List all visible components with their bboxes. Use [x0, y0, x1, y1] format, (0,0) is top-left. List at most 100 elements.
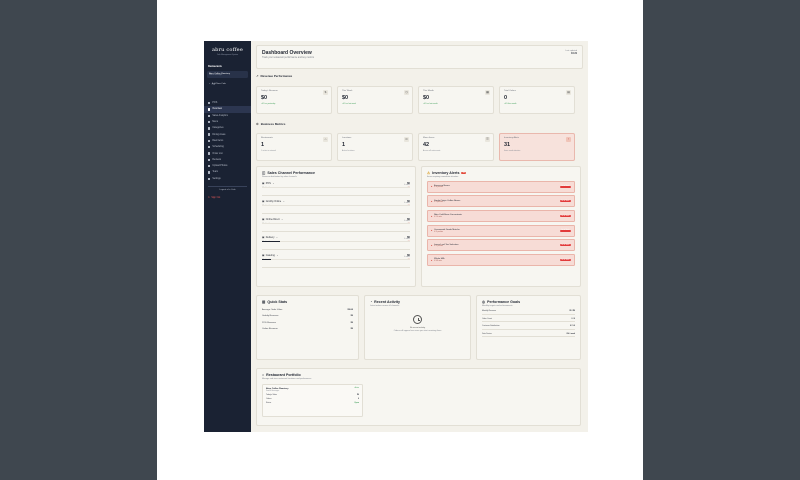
register-icon: [208, 101, 211, 105]
sales-channel-title: Sales Channel Performance: [267, 171, 315, 175]
stock-status-badge: Out of Stock: [559, 244, 571, 247]
restaurant-selector[interactable]: Abru Coffee Roastery Food & Beverages: [207, 71, 248, 78]
inventory-alert-item[interactable]: ● Ceremonial Grade Matcha 0 / 3 packets Out…: [427, 224, 575, 237]
inventory-alert-item[interactable]: ● Whole Milk 0 / 48 units Out of Stock: [427, 254, 575, 267]
add-restaurant-button[interactable]: + Add New Cafe Cafe: [207, 81, 248, 88]
inventory-alerts-subtitle: Items requiring immediate attention: [427, 176, 459, 178]
chart-icon: [208, 114, 211, 117]
recent-activity-panel: ◔ Recent Activity Latest orders across a…: [364, 295, 471, 360]
restaurant-type: Food & Beverages: [209, 75, 223, 76]
metric-todays-revenue[interactable]: Today's Revenue $0 +0% vs yesterday $: [256, 86, 332, 114]
sidebar-item-settings[interactable]: Settings: [204, 176, 251, 182]
channel-share-bar: [262, 204, 410, 206]
channel-change: 0%: [407, 188, 410, 190]
chevron-down-icon[interactable]: ⌄: [272, 182, 274, 185]
sign-out-label: Sign Out: [211, 196, 221, 199]
inventory-alert-item[interactable]: ● Espresso Beans 0 / 5 packets Out of Stock: [427, 180, 575, 193]
inventory-alert-item[interactable]: ● Single Origin Coffee Beans 0 / 5 packets…: [427, 195, 575, 208]
last-updated-time: 10:21: [571, 53, 577, 55]
warning-icon: ⚠: [427, 171, 431, 175]
channel-row[interactable]: ▣ Delivery ⌄ $0 0 orders 0% of total 0%: [262, 236, 410, 250]
sign-out-button[interactable]: ⏻ Sign Out: [208, 197, 247, 199]
inventory-alert-item[interactable]: ● Nitro Cold Brew Concentrate 0 / 10 units…: [427, 210, 575, 223]
brand-logo[interactable]: abru coffee: [207, 47, 248, 53]
metric-inventory-alerts[interactable]: Inventory Alerts 31 Items need attention…: [499, 133, 575, 161]
channel-icon: ▣: [262, 200, 265, 203]
performance-goals-panel: ◎ Performance Goals Monthly targets and …: [476, 295, 581, 360]
channel-row[interactable]: ▣ Catering ⌄ $0 0 orders 0% of total 0%: [262, 254, 410, 268]
recent-activity-title: Recent Activity: [374, 300, 401, 304]
metric-value: 1: [342, 142, 346, 148]
restaurant-card-type: Food & Beverages: [266, 390, 280, 392]
inventory-item-qty: 0 / 5 packets: [433, 187, 443, 189]
revenue-cards: Today's Revenue $0 +0% vs yesterday $ Th…: [256, 86, 575, 114]
chevron-down-icon[interactable]: ⌄: [281, 218, 283, 221]
metric-value: $0: [423, 95, 430, 101]
channel-name: Delivery: [265, 236, 275, 239]
empty-state-subtext: Orders will appear here once you start r…: [393, 329, 442, 332]
channel-orders: 0 orders: [404, 220, 410, 222]
chevron-down-icon[interactable]: ⌄: [283, 200, 285, 203]
sidebar: abru coffee Cafe Management System Resta…: [204, 41, 251, 432]
channel-icon: ▣: [262, 182, 265, 185]
channel-change: 0%: [407, 206, 410, 208]
channel-name: Online Direct: [265, 218, 280, 221]
channel-name: POS: [265, 182, 271, 185]
channel-share-bar: [262, 222, 410, 224]
channel-icon: ▣: [262, 254, 265, 257]
quick-stat-row: Average Order Value $0.00: [262, 308, 353, 311]
metric-total-orders[interactable]: Total Orders 0 +0% this month ▤: [499, 86, 575, 114]
channel-change: 0%: [407, 242, 410, 244]
empty-state: No recent activity Orders will appear he…: [370, 315, 465, 332]
sign-out-icon: ⏻: [208, 196, 210, 199]
channel-share-bar: [262, 258, 410, 260]
gear-icon: [208, 177, 211, 180]
grid-icon: [208, 108, 211, 111]
star-icon: [208, 158, 211, 162]
metric-value: $0: [261, 95, 268, 101]
inventory-item-qty: 0 / 10 units: [433, 216, 442, 218]
chevron-down-icon[interactable]: ⌄: [276, 236, 278, 239]
channel-row[interactable]: ▣ POS ⌄ $0 0 orders 0% of total 0%: [262, 182, 410, 196]
business-cards: Restaurants 1 1 active in network ⌂ Loca…: [256, 133, 575, 161]
recent-activity-subtitle: Latest orders across all channels: [370, 305, 400, 307]
inventory-item-qty: 0 / 5 packets: [433, 246, 443, 248]
metric-this-month[interactable]: This Month $0 +0% vs last month ▦: [418, 86, 494, 114]
plus-icon: +: [209, 83, 211, 85]
last-updated: Last updated 10:21: [565, 50, 577, 64]
metric-menu-items[interactable]: Menu Items 42 Across all restaurants ☰: [418, 133, 494, 161]
goal-row: Customer Satisfaction 0 / 5.0: [482, 325, 575, 330]
channel-row[interactable]: ▣ Grubby Online ⌄ $0 0 orders 0% of total 0%: [262, 200, 410, 214]
metric-value: 42: [423, 142, 430, 148]
alert-dot-icon: ●: [431, 199, 433, 203]
inventory-alerts-title: Inventory Alerts: [432, 171, 460, 175]
calendar-icon: [208, 146, 211, 149]
target-icon: ◎: [482, 300, 486, 304]
main-content: Dashboard Overview Track your restaurant…: [251, 41, 588, 432]
sales-channel-panel: ◫ Sales Channel Performance Revenue dist…: [256, 166, 416, 287]
channel-share-fill: [262, 258, 271, 260]
restaurant-card-name: Abru Coffee Roastery: [266, 388, 289, 390]
channel-name: Grubby Online: [265, 200, 282, 203]
metric-restaurants[interactable]: Restaurants 1 1 active in network ⌂: [256, 133, 332, 161]
inventory-alert-item[interactable]: ● Loose Leaf Tea Selection 0 / 5 packets Ou…: [427, 239, 575, 252]
channel-row[interactable]: ▣ Online Direct ⌄ $0 0 orders 0% of total 0%: [262, 218, 410, 232]
inventory-item-name: Nitro Cold Brew Concentrate: [433, 214, 462, 217]
metric-this-week[interactable]: This Week $0 +0% vs last week ◷: [337, 86, 413, 114]
metric-locations[interactable]: Locations 1 Active locations ⊙: [337, 133, 413, 161]
portfolio-title: Restaurant Portfolio: [266, 373, 301, 377]
inventory-item-qty: 0 / 5 packets: [433, 202, 443, 204]
logout-cafe-button[interactable]: Logout of a Cafe: [208, 185, 247, 191]
last-updated-label: Last updated: [565, 50, 577, 52]
menu-icon: ☰: [485, 137, 490, 142]
business-section-title: ⚙ Business Metrics: [256, 122, 286, 126]
goal-row: Order Count 0 / 0: [482, 318, 575, 322]
status-badge: Active: [354, 388, 359, 389]
location-pin-icon: ⊙: [404, 137, 409, 142]
chevron-down-icon[interactable]: ⌄: [276, 254, 278, 257]
revenue-section-title: ↗ Revenue Performance: [256, 74, 293, 78]
restaurant-card[interactable]: Abru Coffee Roastery Food & Beverages Ac…: [262, 384, 363, 417]
table-icon: [208, 133, 211, 136]
metric-value: 31: [504, 142, 511, 148]
quick-stats-panel: ▥ Quick Stats Average Order Value $0.00 G…: [256, 295, 359, 360]
